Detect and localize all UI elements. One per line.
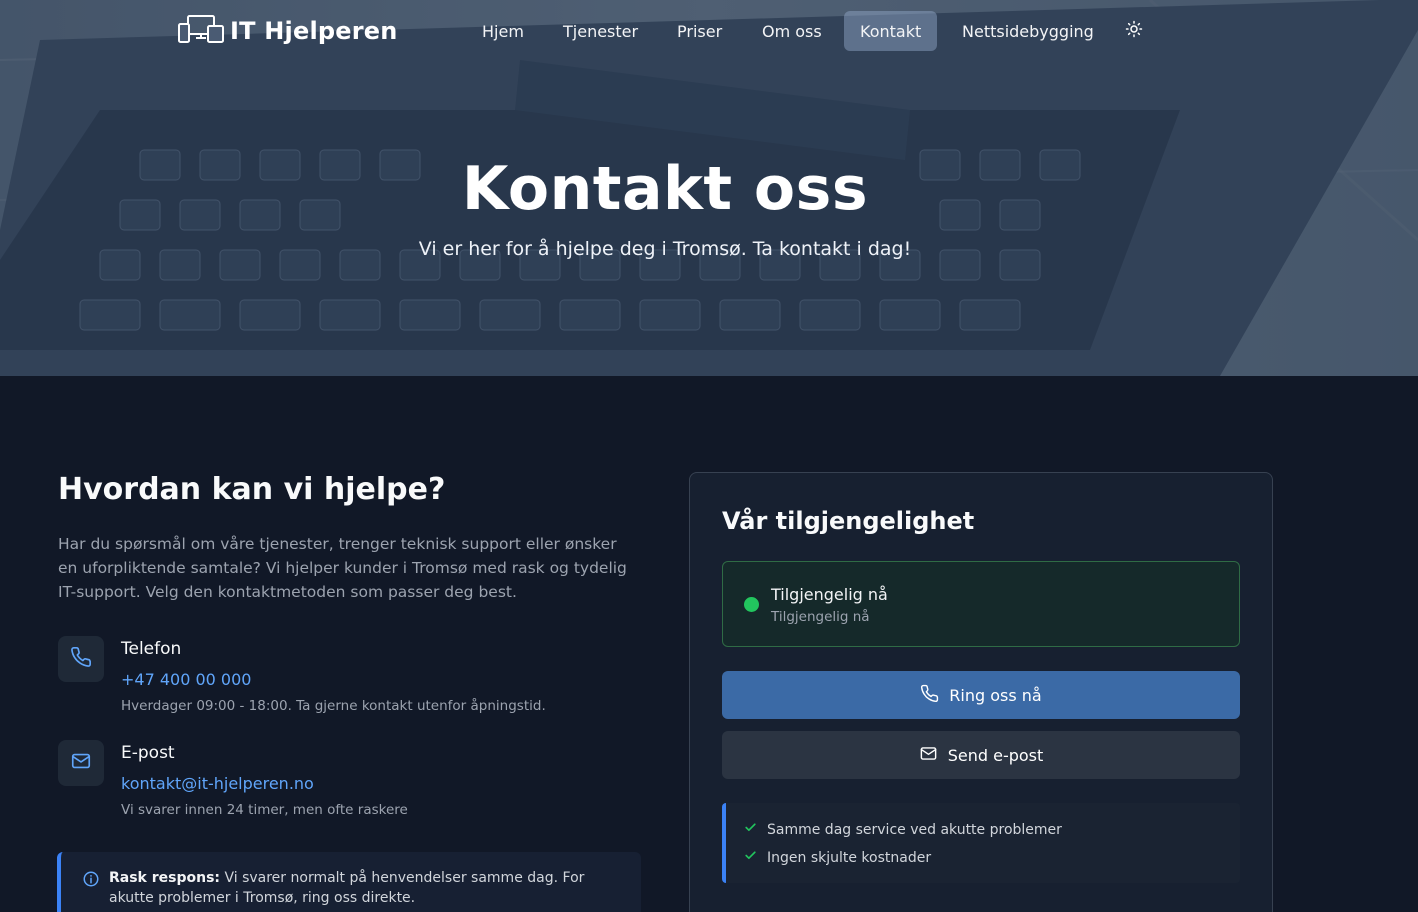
page-title: Kontakt oss [461, 154, 869, 224]
call-now-button[interactable]: Ring oss nå [722, 671, 1240, 719]
status-label: Tilgjengelig nå [771, 585, 888, 604]
phone-icon [70, 646, 92, 672]
mail-icon [70, 750, 92, 776]
quick-response-text: Rask respons: Vi svarer normalt på henve… [109, 868, 619, 908]
help-heading: Hvordan kan vi hjelpe? [58, 472, 446, 507]
theme-toggle-button[interactable] [1122, 19, 1146, 43]
email-title: E-post [121, 743, 175, 763]
check-icon [744, 821, 757, 838]
call-now-label: Ring oss nå [949, 685, 1042, 705]
help-intro: Har du spørsmål om våre tjenester, treng… [58, 535, 627, 601]
phone-icon [920, 684, 939, 707]
mail-icon [919, 744, 938, 767]
nav-services[interactable]: Tjenester [547, 11, 654, 51]
availability-status: Tilgjengelig nå Tilgjengelig nå [722, 561, 1240, 647]
brand-name: IT Hjelperen [230, 17, 398, 45]
phone-icon-box [58, 636, 104, 682]
availability-card: Vår tilgjengelighet Tilgjengelig nå Tilg… [689, 472, 1273, 912]
phone-hours-note: Hverdager 09:00 - 18:00. Ta gjerne konta… [121, 698, 546, 714]
devices-icon [178, 14, 224, 48]
page-subtitle: Vi er her for å hjelpe deg i Tromsø. Ta … [418, 238, 912, 260]
service-features: Samme dag service ved akutte problemer I… [722, 803, 1240, 883]
nav-pricing[interactable]: Priser [661, 11, 738, 51]
quick-response-notice: Rask respons: Vi svarer normalt på henve… [57, 852, 641, 912]
nav-about[interactable]: Om oss [746, 11, 838, 51]
email-link[interactable]: kontakt@it-hjelperen.no [121, 774, 314, 793]
phone-link[interactable]: +47 400 00 000 [121, 670, 251, 689]
hero-banner: IT Hjelperen Hjem Tjenester Priser Om os… [0, 0, 1418, 376]
feature-item: Samme dag service ved akutte problemer [744, 821, 1062, 838]
email-icon-box [58, 740, 104, 786]
info-icon [82, 870, 100, 888]
email-response-note: Vi svarer innen 24 timer, men ofte raske… [121, 802, 408, 818]
feature-label: Ingen skjulte kostnader [767, 849, 932, 866]
top-navigation: IT Hjelperen Hjem Tjenester Priser Om os… [0, 0, 1418, 62]
send-email-button[interactable]: Send e-post [722, 731, 1240, 779]
check-icon [744, 849, 757, 866]
send-email-label: Send e-post [947, 745, 1044, 765]
brand-logo[interactable]: IT Hjelperen [178, 14, 398, 48]
status-sublabel: Tilgjengelig nå [771, 609, 870, 625]
nav-contact[interactable]: Kontakt [844, 11, 938, 51]
feature-item: Ingen skjulte kostnader [744, 849, 931, 866]
nav-web-development[interactable]: Nettsidebygging [946, 11, 1110, 51]
nav-home[interactable]: Hjem [466, 11, 540, 51]
status-indicator-dot [744, 597, 759, 612]
phone-title: Telefon [121, 639, 182, 659]
sun-icon [1125, 20, 1143, 42]
availability-title: Vår tilgjengelighet [722, 507, 975, 535]
feature-label: Samme dag service ved akutte problemer [767, 821, 1062, 838]
quick-response-label: Rask respons: [109, 870, 221, 886]
